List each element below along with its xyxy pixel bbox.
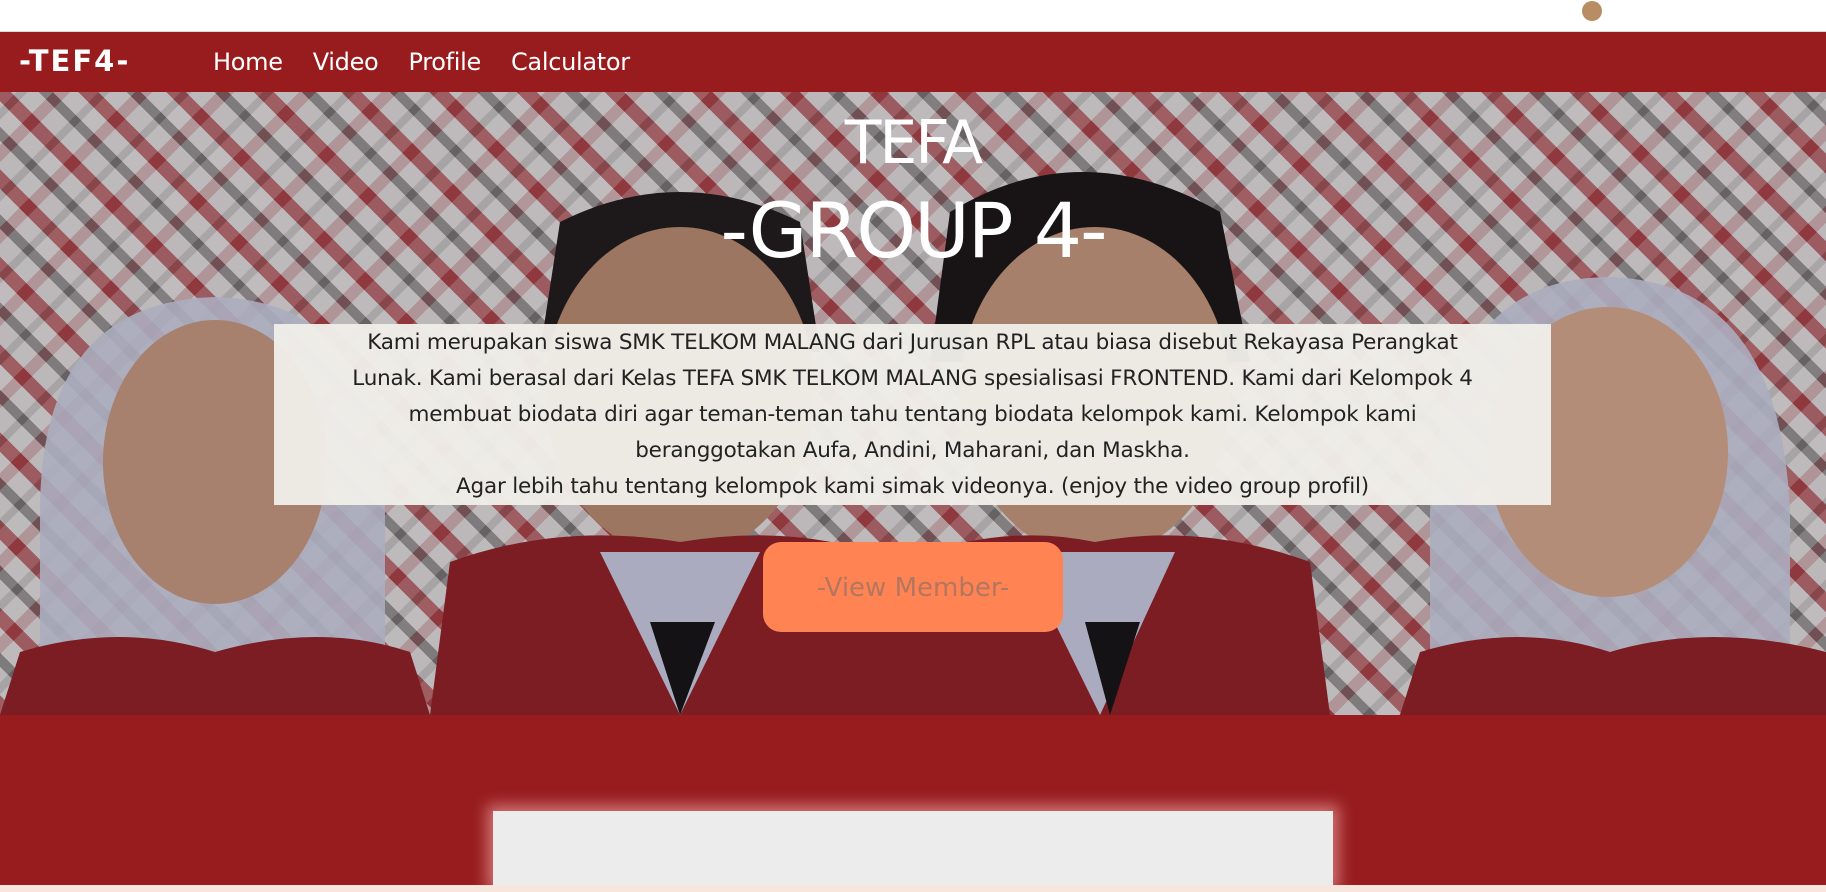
brand-logo[interactable]: -TEF4- — [19, 39, 130, 83]
nav-link-calculator[interactable]: Calculator — [511, 48, 630, 76]
description-line: Lunak. Kami berasal dari Kelas TEFA SMK … — [352, 366, 1473, 391]
hero-section: TEFA -GROUP 4- Kami merupakan siswa SMK … — [0, 92, 1826, 715]
top-dot-icon — [1582, 1, 1602, 21]
hero-title: TEFA — [844, 108, 984, 178]
nav-link-video[interactable]: Video — [313, 48, 379, 76]
nav-link-home[interactable]: Home — [213, 48, 283, 76]
hero-subtitle: -GROUP 4- — [720, 186, 1107, 275]
page-bottom-strip — [0, 885, 1826, 892]
view-member-button[interactable]: -View Member- — [763, 542, 1063, 632]
navbar: -TEF4- Home Video Profile Calculator — [0, 32, 1826, 92]
browser-top-strip — [0, 0, 1826, 32]
nav-links: Home Video Profile Calculator — [213, 32, 660, 92]
nav-link-profile[interactable]: Profile — [408, 48, 481, 76]
video-card[interactable] — [493, 811, 1333, 885]
description-line: Agar lebih tahu tentang kelompok kami si… — [456, 474, 1369, 499]
description-line: beranggotakan Aufa, Andini, Maharani, da… — [635, 438, 1190, 463]
video-section — [0, 715, 1826, 885]
description-box: Kami merupakan siswa SMK TELKOM MALANG d… — [274, 324, 1551, 505]
description-line: Kami merupakan siswa SMK TELKOM MALANG d… — [367, 330, 1458, 355]
description-line: membuat biodata diri agar teman-teman ta… — [408, 402, 1417, 427]
